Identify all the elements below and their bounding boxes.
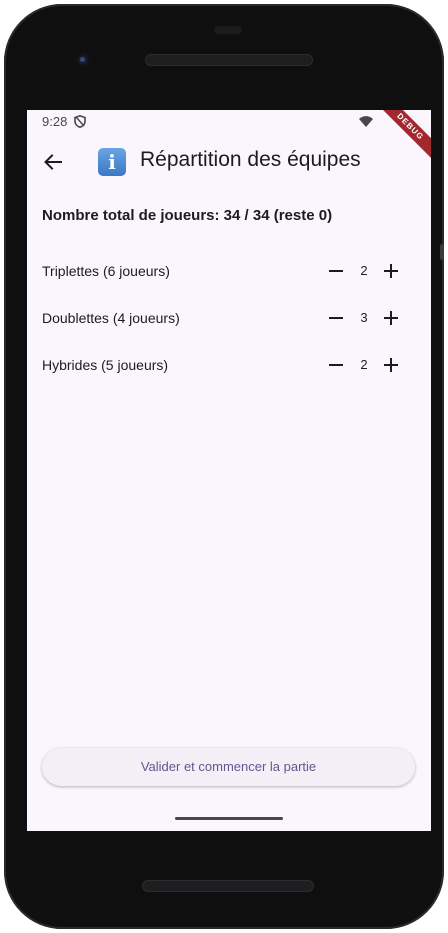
team-count: 2 <box>360 263 368 278</box>
minus-icon <box>329 364 343 366</box>
top-speaker <box>145 54 313 66</box>
team-label: Hybrides (5 joueurs) <box>42 357 169 373</box>
increment-button[interactable] <box>379 306 403 330</box>
minus-icon <box>329 270 343 272</box>
status-time: 9:28 <box>42 114 68 129</box>
team-count: 3 <box>360 310 368 325</box>
back-button[interactable] <box>39 148 67 176</box>
validate-start-button[interactable]: Valider et commencer la partie <box>42 748 415 786</box>
team-row-triplettes: Triplettes (6 joueurs) 2 <box>27 256 431 286</box>
plus-icon <box>384 264 398 278</box>
team-row-doublettes: Doublettes (4 joueurs) 3 <box>27 303 431 333</box>
app-screen: 9:28 DEBUG i Répartition des équipes Nom… <box>27 110 431 831</box>
bottom-speaker <box>142 880 314 892</box>
decrement-button[interactable] <box>324 259 348 283</box>
side-button <box>440 244 444 260</box>
earpiece <box>214 26 242 34</box>
increment-button[interactable] <box>379 259 403 283</box>
app-bar: i Répartition des équipes <box>27 134 431 190</box>
info-icon: i <box>98 148 126 176</box>
shield-icon <box>74 115 86 128</box>
gesture-navigation-bar[interactable] <box>175 817 283 820</box>
arrow-back-icon <box>44 154 62 170</box>
phone-frame: 9:28 DEBUG i Répartition des équipes Nom… <box>4 4 444 929</box>
wifi-icon <box>359 116 373 127</box>
front-camera <box>75 52 91 68</box>
team-label: Doublettes (4 joueurs) <box>42 310 180 326</box>
page-title: Répartition des équipes <box>140 148 361 171</box>
minus-icon <box>329 317 343 319</box>
total-players-summary: Nombre total de joueurs: 34 / 34 (reste … <box>42 207 333 224</box>
plus-icon <box>384 358 398 372</box>
decrement-button[interactable] <box>324 353 348 377</box>
decrement-button[interactable] <box>324 306 348 330</box>
team-count: 2 <box>360 357 368 372</box>
team-row-hybrides: Hybrides (5 joueurs) 2 <box>27 350 431 380</box>
status-bar: 9:28 DEBUG <box>27 110 431 164</box>
plus-icon <box>384 311 398 325</box>
team-label: Triplettes (6 joueurs) <box>42 263 170 279</box>
increment-button[interactable] <box>379 353 403 377</box>
